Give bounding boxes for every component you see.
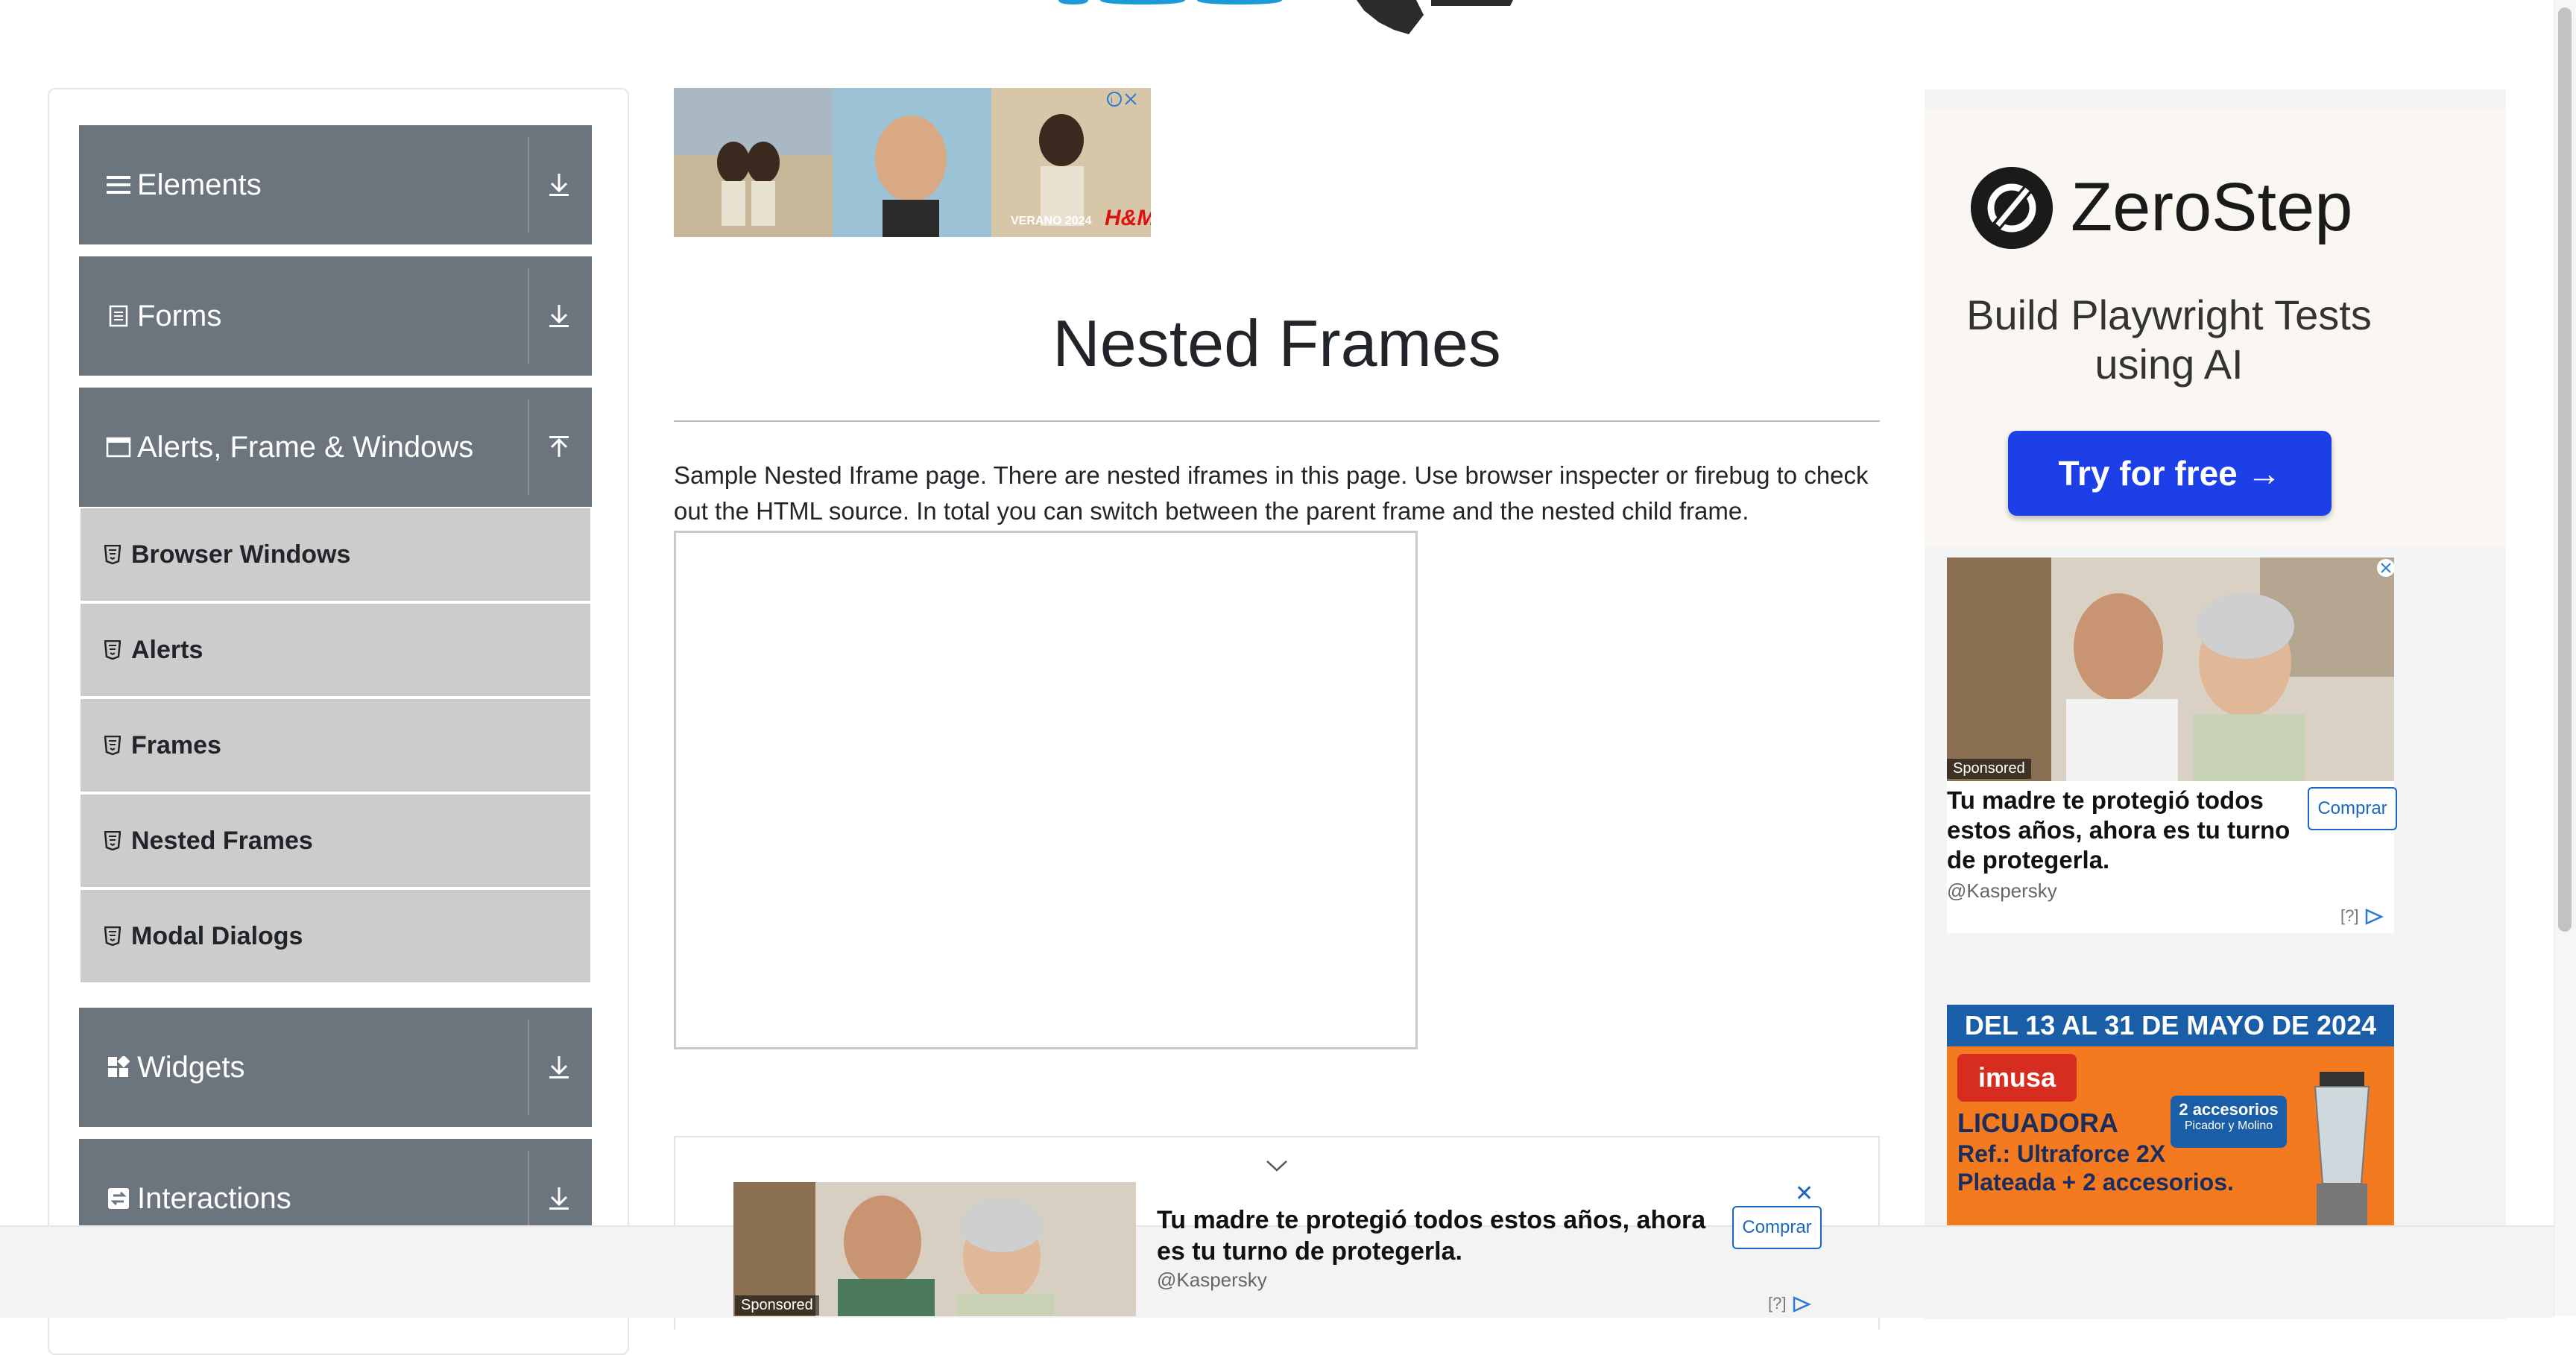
menu-item-label: Frames xyxy=(131,730,221,759)
group-title: Interactions xyxy=(137,1181,291,1215)
try-for-free-button[interactable]: Try for free → xyxy=(2008,431,2332,516)
html5-icon xyxy=(103,926,122,946)
ad-source: @Kaspersky xyxy=(1157,1269,1267,1291)
divider xyxy=(528,137,529,233)
divider xyxy=(528,1020,529,1115)
widgets-icon xyxy=(106,1055,131,1080)
zerostep-brand: ZeroStep xyxy=(2071,169,2353,245)
badge-line2: Picador y Molino xyxy=(2184,1119,2273,1132)
badge-line1: 2 accesorios xyxy=(2179,1100,2279,1119)
divider xyxy=(528,399,529,495)
scrollbar-thumb[interactable] xyxy=(2558,7,2572,932)
document-icon xyxy=(106,303,131,329)
blender-image xyxy=(2314,1072,2370,1243)
group-title: Forms xyxy=(137,299,222,332)
divider xyxy=(528,268,529,364)
adchoice-help: [?] xyxy=(2340,906,2359,925)
ad-dates: DEL 13 AL 31 DE MAYO DE 2024 xyxy=(1947,1005,2394,1046)
product-name: LICUADORA xyxy=(1957,1108,2118,1138)
menu-item-label: Browser Windows xyxy=(131,540,351,569)
ad-image xyxy=(1947,558,2394,781)
menu-item-label: Alerts xyxy=(131,635,203,664)
chevron-down-icon[interactable] xyxy=(1264,1157,1289,1175)
sidebar-group-forms[interactable]: Forms xyxy=(79,256,592,376)
upload-arrow-icon[interactable] xyxy=(537,388,581,507)
menu-item-browser-windows[interactable]: Browser Windows xyxy=(80,508,590,601)
sidebar-group-alerts-frame-windows[interactable]: Alerts, Frame & Windows xyxy=(79,388,592,507)
interactions-icon xyxy=(106,1186,131,1211)
page-title: Nested Frames xyxy=(1052,306,1501,380)
close-icon[interactable]: ✕ xyxy=(1795,1181,1813,1207)
html5-icon xyxy=(103,545,122,564)
page-description: Sample Nested Iframe page. There are nes… xyxy=(674,461,1869,525)
sidebar-group-elements[interactable]: Elements xyxy=(79,125,592,244)
list-icon xyxy=(106,172,131,198)
sidebar-group-widgets[interactable]: Widgets xyxy=(79,1008,592,1127)
title-divider xyxy=(674,420,1880,422)
adchoices-icon[interactable]: [?] xyxy=(2340,906,2384,926)
comprar-button[interactable]: Comprar xyxy=(1732,1206,1822,1249)
adchoice-help: [?] xyxy=(1768,1294,1787,1313)
menu-item-label: Modal Dialogs xyxy=(131,921,303,950)
html5-icon xyxy=(103,831,122,850)
adchoices-icon[interactable]: [?] xyxy=(1768,1294,1812,1313)
download-arrow-icon[interactable] xyxy=(537,1008,581,1127)
menu-item-frames[interactable]: Frames xyxy=(80,699,590,792)
product-variant: Plateada + 2 accesorios. xyxy=(1957,1169,2234,1196)
accessories-badge: 2 accesorios Picador y Molino xyxy=(2171,1096,2287,1148)
sponsored-label: Sponsored xyxy=(735,1295,819,1315)
ad-headline[interactable]: Tu madre te protegió todos estos años, a… xyxy=(1947,786,2297,875)
ad-source: @Kaspersky xyxy=(1947,879,2057,902)
imusa-logo: imusa xyxy=(1957,1054,2077,1102)
menu-item-modal-dialogs[interactable]: Modal Dialogs xyxy=(80,890,590,982)
menu-item-alerts[interactable]: Alerts xyxy=(80,604,590,696)
parent-iframe[interactable] xyxy=(674,531,1418,1049)
site-logo[interactable] xyxy=(1044,0,1528,39)
ad-headline[interactable]: Tu madre te protegió todos estos años, a… xyxy=(1157,1204,1723,1267)
download-arrow-icon[interactable] xyxy=(537,125,581,244)
comprar-button[interactable]: Comprar xyxy=(2308,787,2397,830)
window-icon xyxy=(106,435,131,460)
menu-item-nested-frames[interactable]: Nested Frames xyxy=(80,795,590,887)
sponsored-label: Sponsored xyxy=(1947,759,2031,779)
svg-text:i: i xyxy=(1111,95,1113,105)
top-banner-ad[interactable]: i VERANO 2024 H&M xyxy=(674,88,1151,237)
menu-item-label: Nested Frames xyxy=(131,826,313,855)
group-title: Widgets xyxy=(137,1050,245,1084)
download-arrow-icon[interactable] xyxy=(537,256,581,376)
group-title: Elements xyxy=(137,168,262,201)
ad-caption: VERANO 2024 xyxy=(1011,215,1092,227)
html5-icon xyxy=(103,640,122,660)
hm-logo: H&M xyxy=(1105,206,1151,230)
html5-icon xyxy=(103,736,122,755)
zerostep-tagline: Build Playwright Tests using AI xyxy=(1966,291,2372,388)
product-ref: Ref.: Ultraforce 2X xyxy=(1957,1140,2166,1167)
group-title: Alerts, Frame & Windows xyxy=(137,430,474,464)
zerostep-logo-icon xyxy=(1971,167,2053,249)
